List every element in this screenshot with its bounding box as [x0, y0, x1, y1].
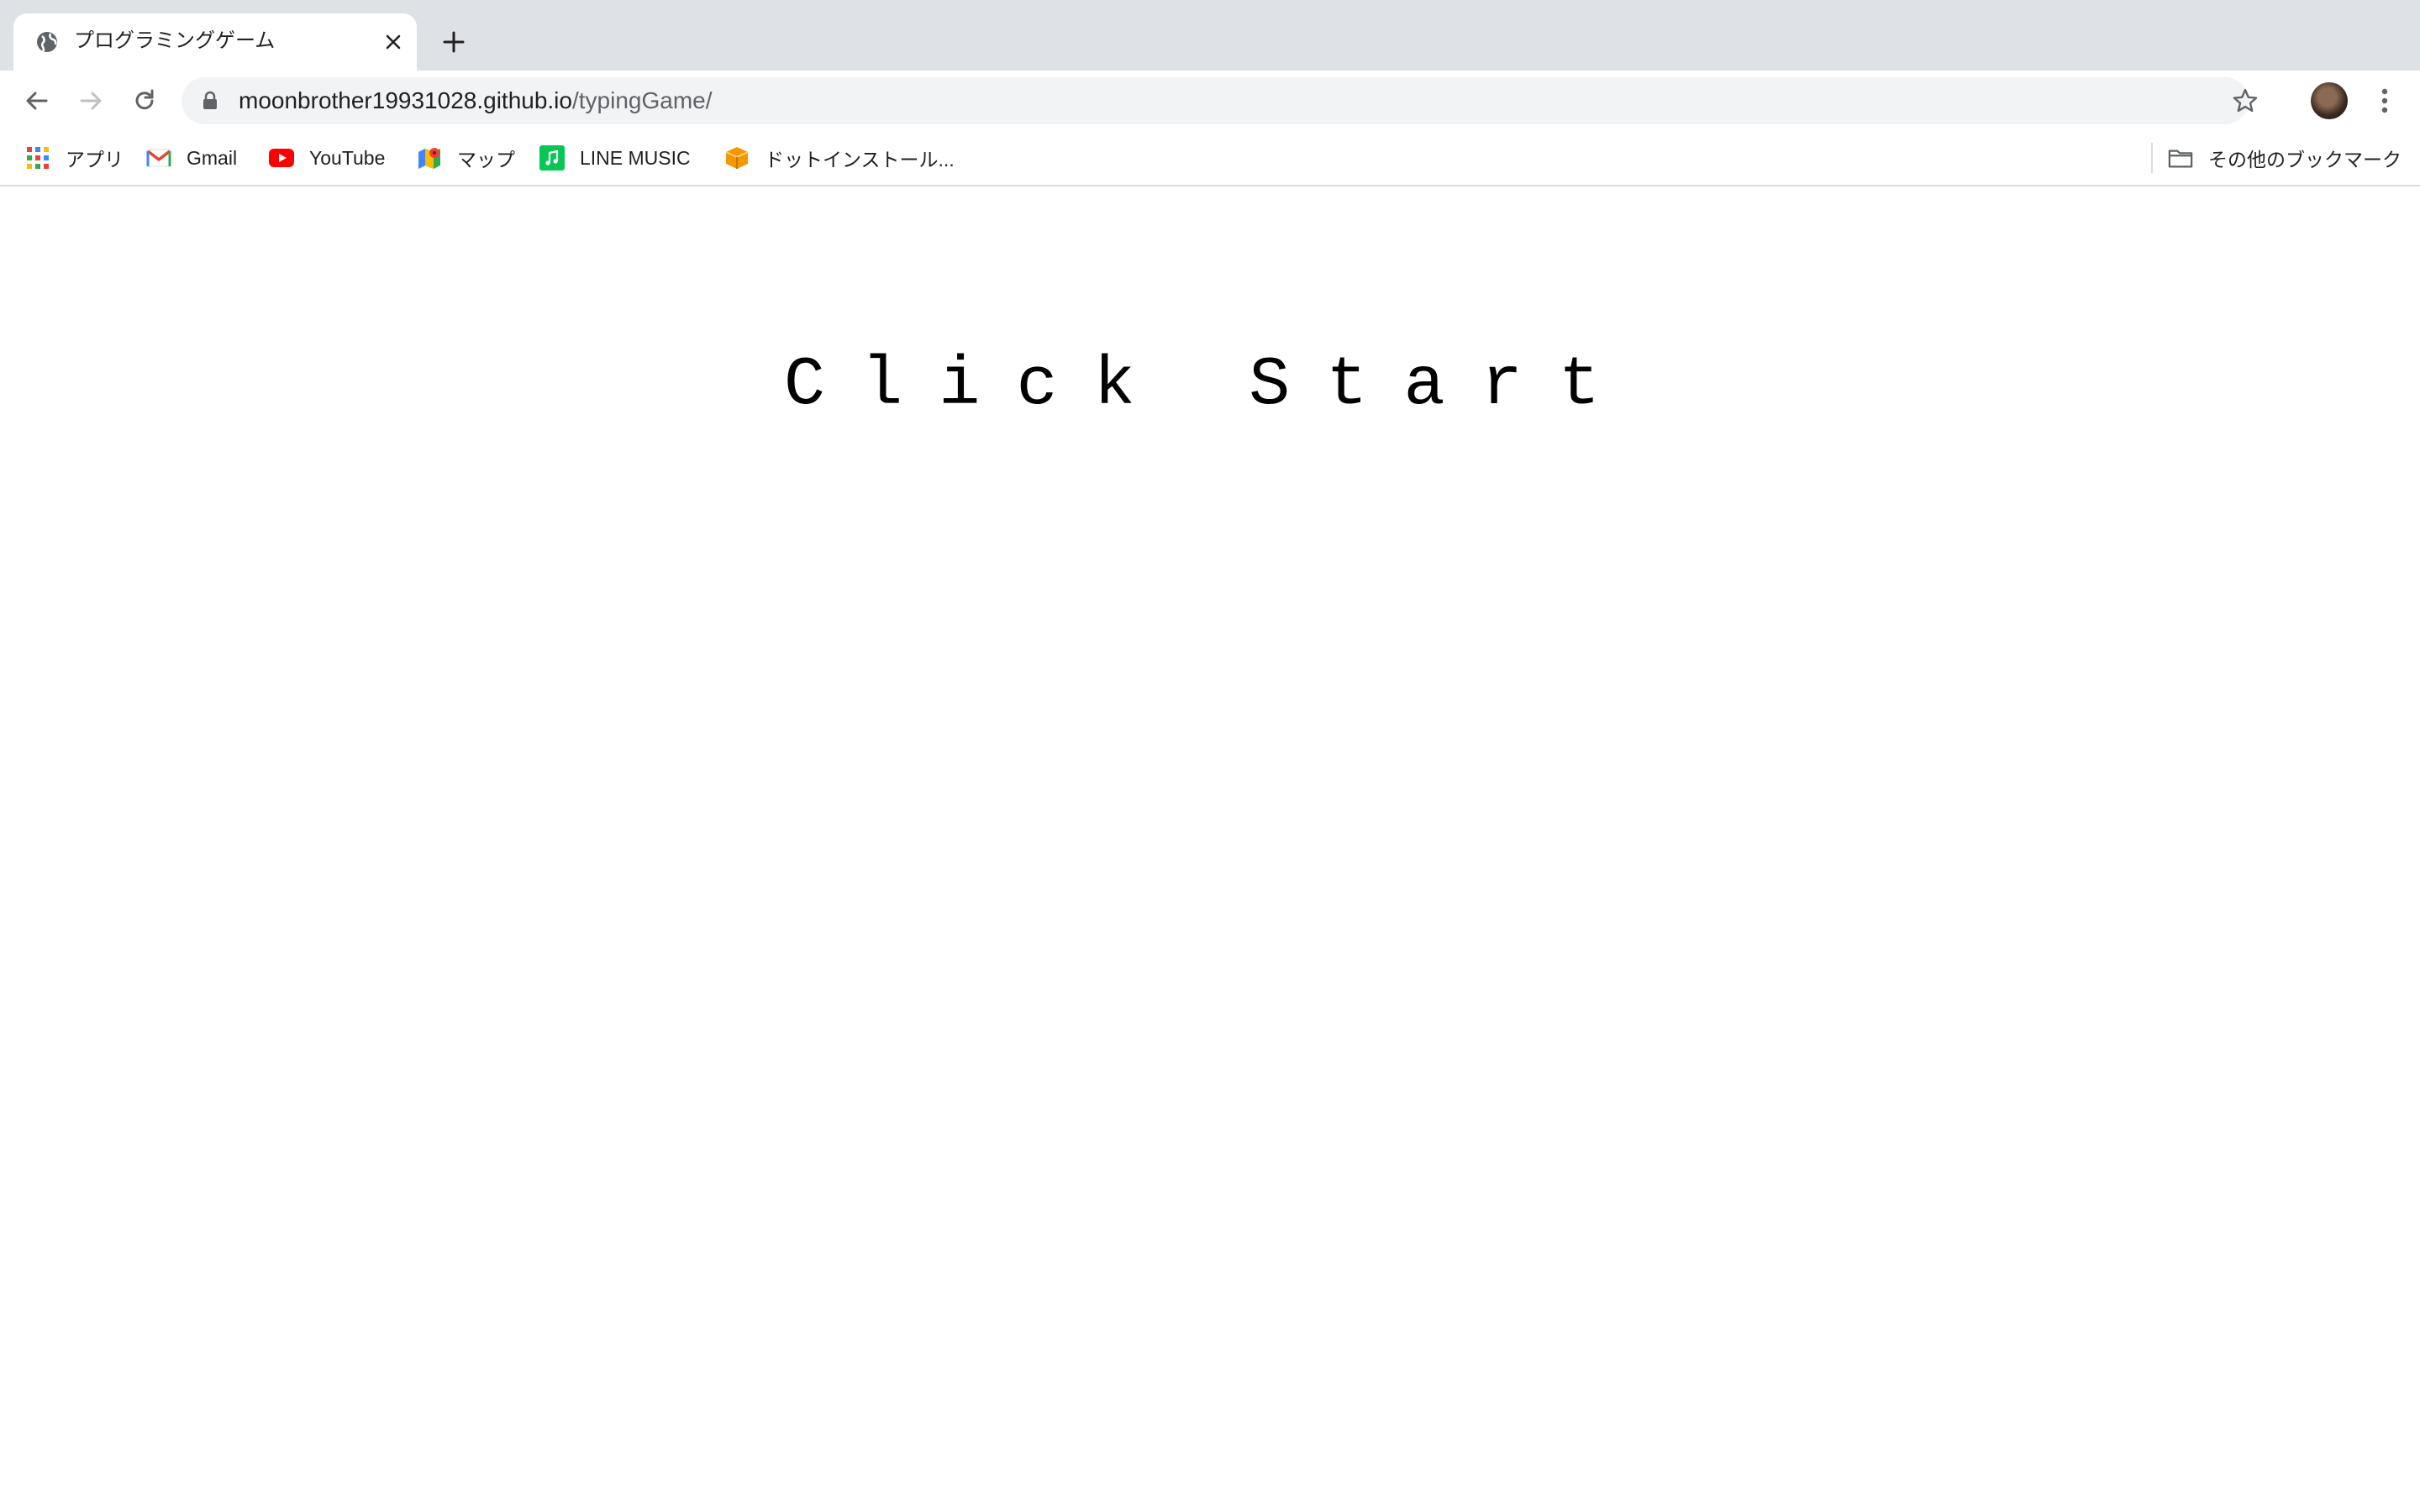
bookmark-label: ドットインストール... — [765, 149, 955, 171]
bookmark-label: YouTube — [309, 146, 386, 169]
other-bookmarks-folder[interactable]: その他のブックマーク — [2168, 131, 2402, 185]
bookmark-label: Gmail — [187, 146, 238, 169]
page-content[interactable]: Click Start — [0, 186, 2420, 1512]
more-menu-icon[interactable] — [2370, 82, 2400, 119]
url-path: /typingGame/ — [571, 87, 713, 113]
maps-icon — [417, 145, 442, 171]
lock-icon[interactable] — [202, 91, 218, 111]
bookmark-label: アプリ — [66, 149, 124, 171]
browser-toolbar: moonbrother19931028.github.io/typingGame… — [0, 71, 2420, 131]
url-host: moonbrother19931028.github.io — [239, 87, 572, 113]
bookmarks-divider — [2151, 143, 2153, 173]
bookmark-star-icon[interactable] — [2232, 87, 2259, 114]
bookmark-apps[interactable]: アプリ — [25, 131, 124, 185]
apps-grid-icon — [25, 145, 50, 171]
tab-strip: プログラミングゲーム — [0, 0, 2420, 71]
bookmark-label: マップ — [457, 149, 515, 171]
close-tab-icon[interactable] — [380, 29, 407, 55]
back-icon[interactable] — [18, 82, 55, 119]
bookmark-line-music[interactable]: LINE MUSIC — [539, 131, 691, 185]
bookmark-dotinstall[interactable]: ドットインストール... — [724, 131, 955, 185]
forward-icon[interactable] — [72, 82, 109, 119]
globe-icon — [34, 29, 60, 55]
bookmarks-bar: アプリ Gmail YouTube マップ LINE MUSIC ドットインスト… — [0, 131, 2420, 186]
gmail-icon — [146, 145, 171, 171]
tab-active[interactable]: プログラミングゲーム — [13, 13, 417, 71]
address-bar[interactable]: moonbrother19931028.github.io/typingGame… — [182, 77, 2258, 124]
bookmark-label: その他のブックマーク — [2208, 149, 2402, 171]
profile-avatar[interactable] — [2311, 82, 2348, 119]
reload-icon[interactable] — [126, 82, 163, 119]
tab-title: プログラミングゲーム — [74, 29, 276, 52]
bookmark-gmail[interactable]: Gmail — [146, 131, 237, 185]
bookmark-youtube[interactable]: YouTube — [269, 131, 385, 185]
line-music-icon — [539, 145, 565, 171]
bookmark-label: LINE MUSIC — [580, 146, 691, 169]
folder-icon — [2168, 145, 2193, 171]
youtube-icon — [269, 145, 294, 171]
bookmark-maps[interactable]: マップ — [417, 131, 515, 185]
click-start-prompt[interactable]: Click Start — [0, 346, 2420, 424]
url-text[interactable]: moonbrother19931028.github.io/typingGame… — [239, 77, 713, 124]
dotinstall-icon — [724, 145, 750, 171]
new-tab-icon[interactable] — [437, 25, 471, 59]
